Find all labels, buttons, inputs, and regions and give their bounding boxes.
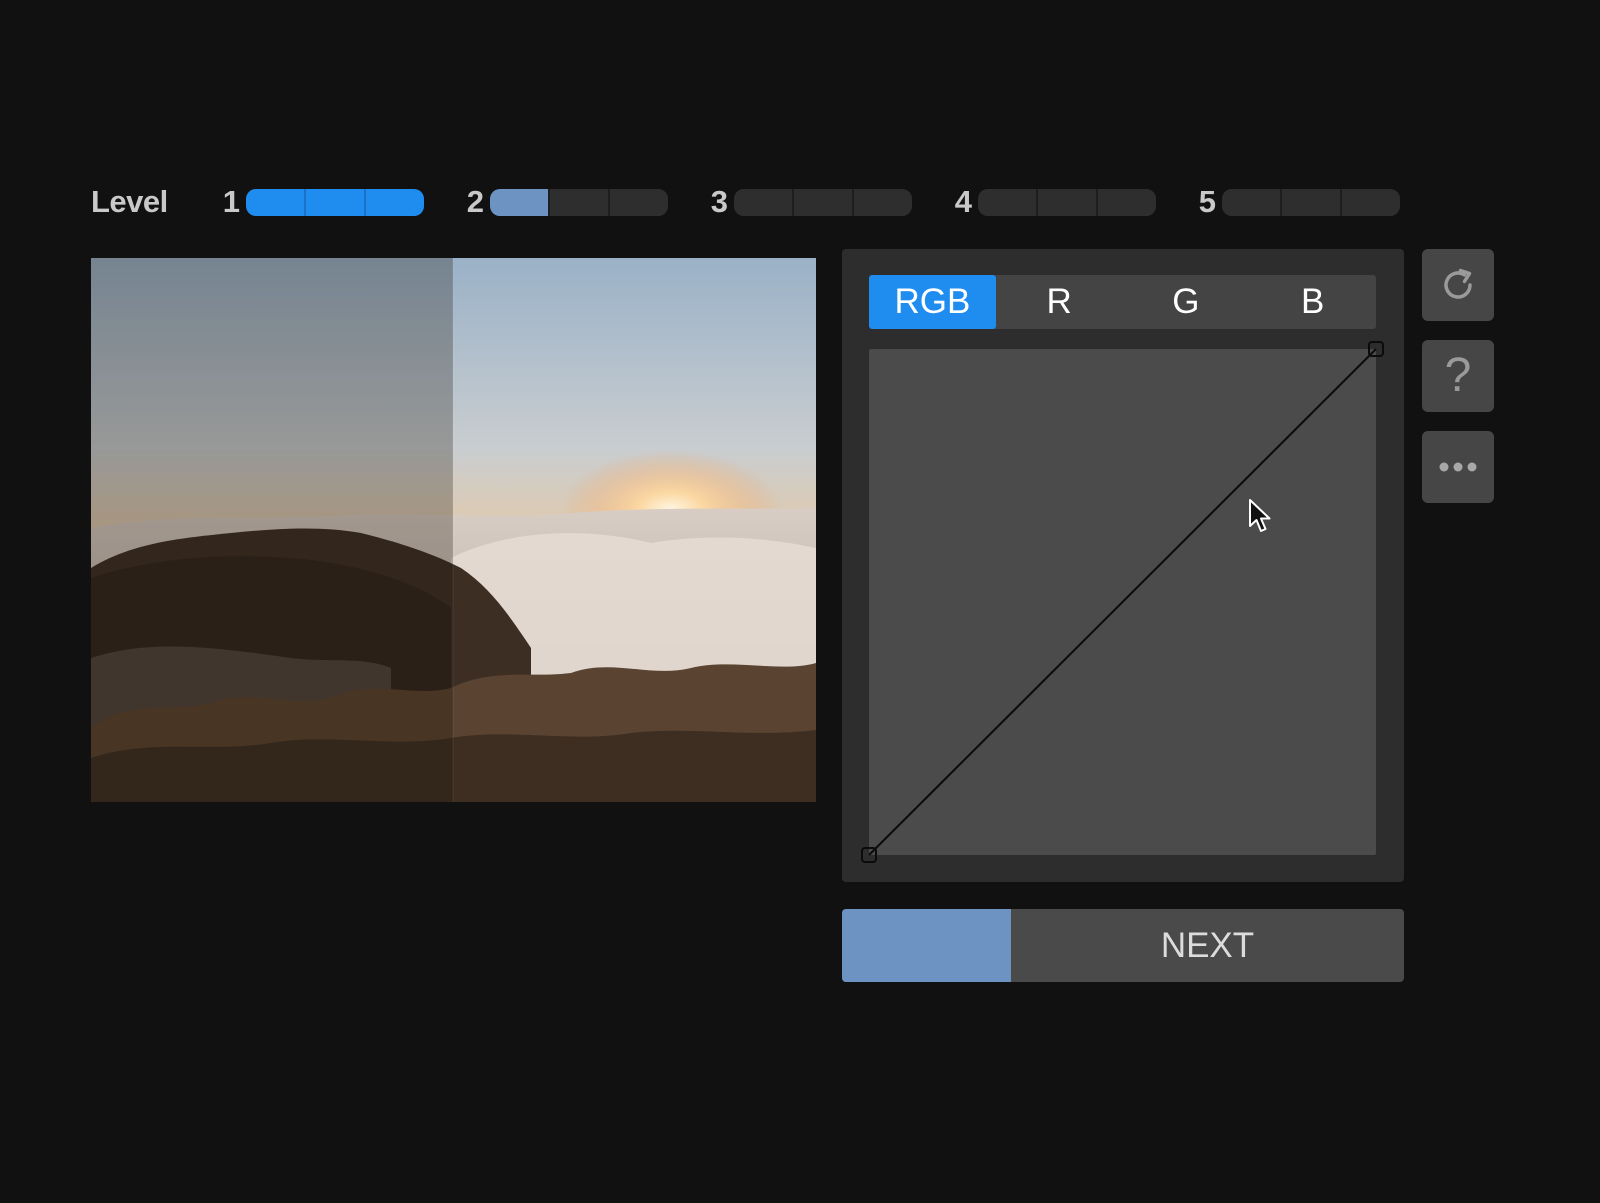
refresh-icon [1444,268,1472,299]
level-bar [978,188,1156,216]
more-button[interactable] [1422,431,1494,503]
tab-rgb[interactable]: RGB [869,275,996,329]
reset-button[interactable] [1422,249,1494,321]
next-button[interactable]: NEXT [842,909,1404,982]
level-segment [610,188,668,216]
channel-tabs: RGB R G B [869,275,1376,329]
level-segment [794,188,854,216]
level-group-4: 4 [946,184,1156,219]
level-number: 1 [222,184,240,219]
level-segment [550,188,610,216]
curve-line [868,348,1377,856]
level-segment [246,188,306,216]
help-icon: ? [1444,349,1472,402]
mouse-cursor-icon [1249,499,1271,532]
level-segment [1222,188,1282,216]
next-progress-fill [842,909,1011,982]
curve-editor[interactable] [861,341,1384,863]
level-number: 4 [954,184,972,219]
level-segment [490,188,550,216]
level-bar [246,188,424,216]
level-group-3: 3 [702,184,912,219]
level-bar [490,188,668,216]
more-icon [1439,462,1477,472]
level-group-1: 1 [214,184,424,219]
level-number: 3 [710,184,728,219]
level-number: 5 [1198,184,1216,219]
curves-panel: RGB R G B [842,249,1404,882]
level-segment [734,188,794,216]
level-number: 2 [466,184,484,219]
level-segment [1038,188,1098,216]
level-group-2: 2 [458,184,668,219]
next-label: NEXT [1160,925,1255,965]
level-segment [366,188,424,216]
level-segment [306,188,366,216]
level-segment [1342,188,1400,216]
game-screen: Level 1 2 3 4 5 RGB R G B ? NEXT [0,0,1600,1203]
level-segment [854,188,912,216]
tab-g[interactable]: G [1123,275,1250,329]
level-bar [734,188,912,216]
tab-b[interactable]: B [1249,275,1376,329]
level-group-5: 5 [1190,184,1400,219]
level-bar [1222,188,1400,216]
level-label: Level [91,184,168,219]
level-segment [1098,188,1156,216]
tab-r[interactable]: R [996,275,1123,329]
level-segment [1282,188,1342,216]
photo-image [91,258,816,802]
level-segment [978,188,1038,216]
help-button[interactable]: ? [1422,340,1494,412]
photo-preview [91,258,816,802]
curve-graph[interactable] [861,341,1384,863]
